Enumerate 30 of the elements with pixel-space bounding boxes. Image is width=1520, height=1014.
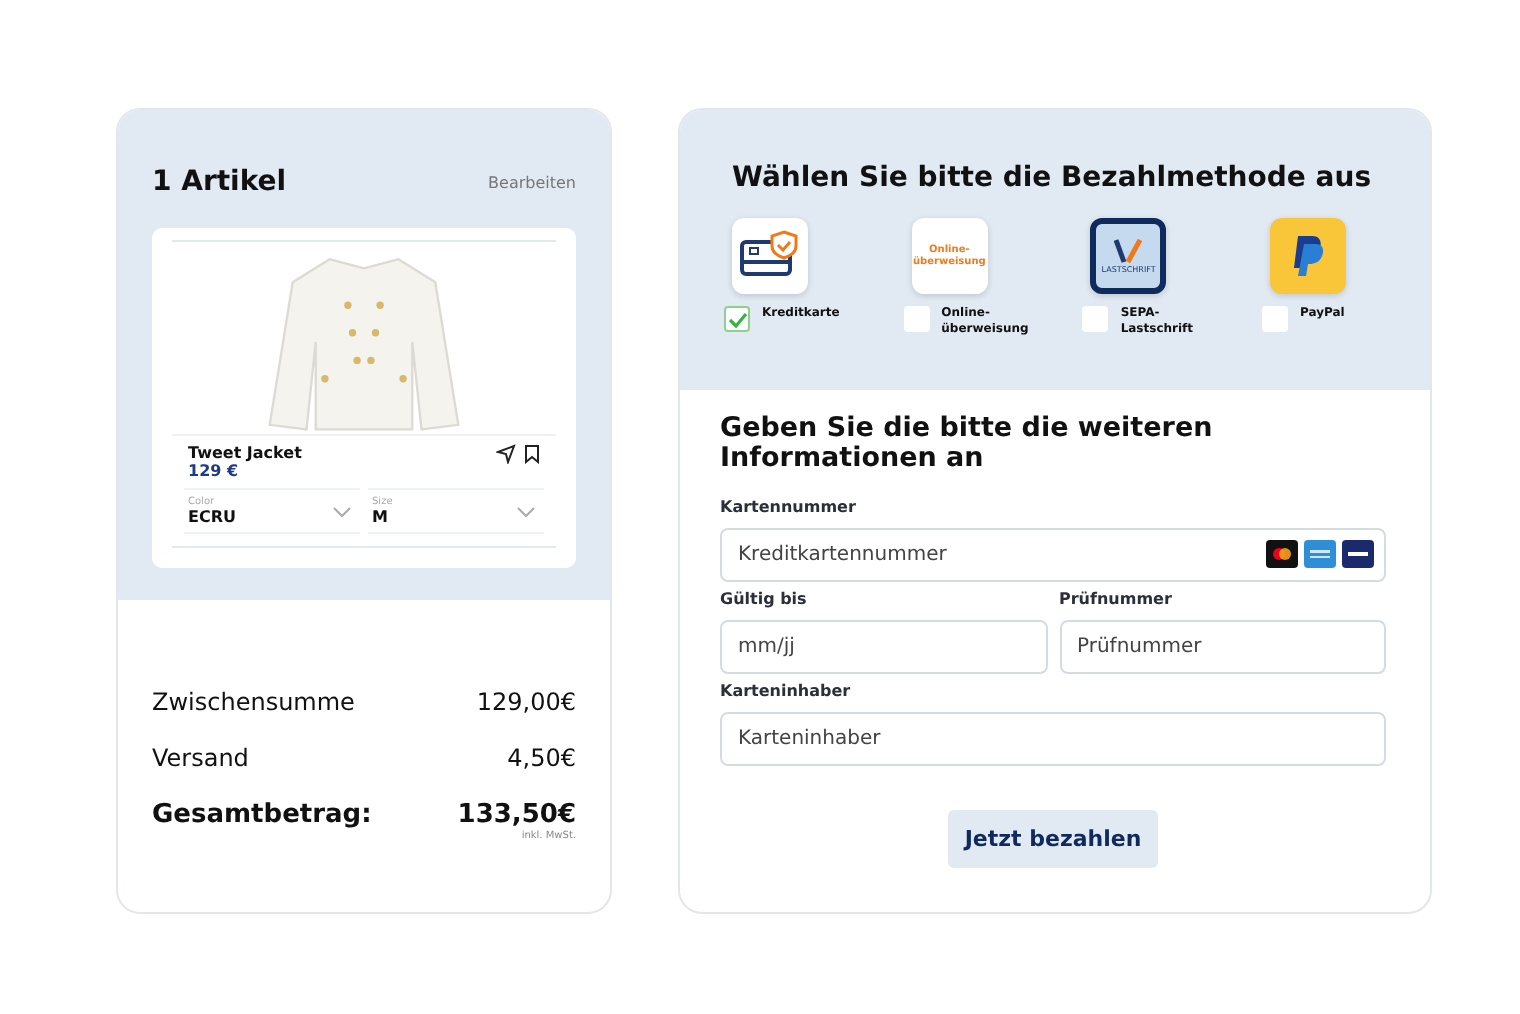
bookmark-icon[interactable] [524, 444, 540, 464]
cart-title: 1 Artikel [152, 166, 287, 198]
edit-link[interactable]: Bearbeiten [488, 173, 576, 191]
paypal-p-icon[interactable] [1269, 218, 1346, 294]
summary-value: 129,00€ [476, 688, 576, 716]
pay-button[interactable]: Jetzt bezahlen [948, 809, 1158, 868]
input-field[interactable]: mm/jj [720, 619, 1047, 674]
field-label: Gültig bis [720, 589, 809, 608]
mastercard-icon [1266, 539, 1298, 568]
input-field[interactable]: Kreditkartennummer [720, 527, 1386, 582]
send-icon[interactable] [496, 444, 516, 464]
input-field[interactable]: Karteninhaber [720, 711, 1386, 766]
product-name: Tweet Jacket [188, 444, 302, 462]
field-label: Karteninhaber [720, 681, 853, 700]
chevron-down-icon [516, 506, 536, 518]
field-label: Kartennummer [720, 497, 858, 516]
summary-label: Zwischensumme [152, 688, 355, 716]
credit-card-shield-icon[interactable] [732, 218, 808, 294]
summary-value: 133,50€ [457, 800, 576, 830]
chevron-down-icon [332, 506, 352, 518]
v-mark-icon [1114, 238, 1143, 264]
summary-label: Gesamtbetrag: [152, 800, 372, 830]
summary-value: 4,50€ [507, 744, 576, 772]
input-field[interactable]: Prüfnummer [1059, 619, 1386, 674]
product-price: 129 € [188, 462, 241, 480]
summary-label: Versand [152, 744, 249, 772]
checkbox[interactable] [724, 306, 750, 332]
field-label: Prüfnummer [1059, 589, 1174, 608]
payment-title: Wählen Sie bitte die Bezahlmethode aus [732, 162, 1374, 194]
form-title: Geben Sie die bitte die weiteren Informationen an [720, 414, 1215, 474]
